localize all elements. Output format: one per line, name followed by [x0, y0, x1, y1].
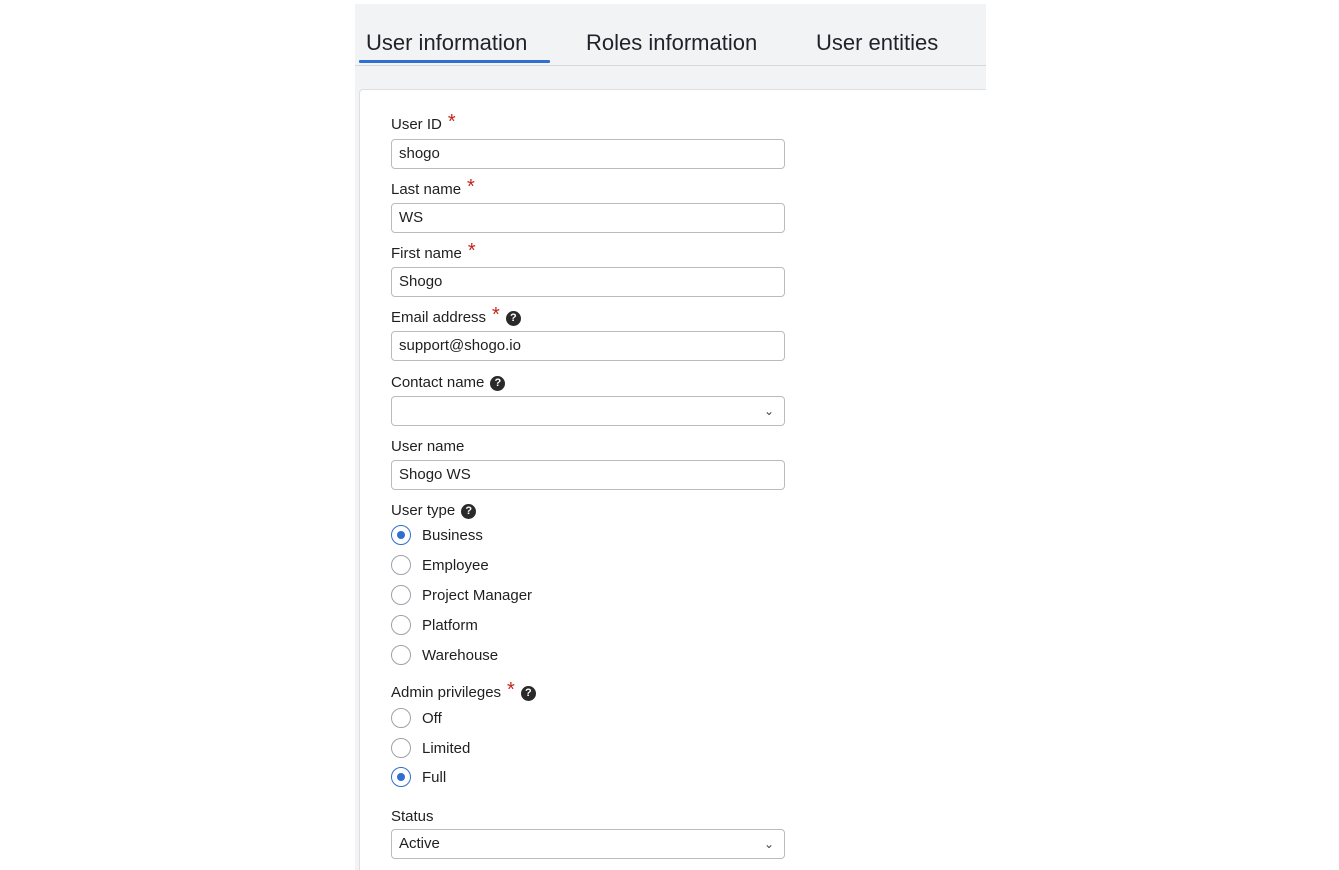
- admin-privileges-label-text: Admin privileges: [391, 684, 502, 701]
- radio-label: Limited: [422, 739, 471, 757]
- radio-unselected[interactable]: [391, 555, 411, 575]
- user-name-label: User name: [391, 438, 464, 456]
- first-name-label-text: First name: [391, 245, 462, 262]
- required-marker: *: [507, 679, 515, 701]
- status-value: Active: [399, 835, 440, 852]
- active-tab-indicator: [359, 60, 550, 63]
- status-select[interactable]: Active ⌄: [391, 829, 785, 859]
- user-id-label: User ID *: [391, 111, 456, 134]
- user-name-field[interactable]: Shogo WS: [391, 460, 785, 490]
- radio-unselected[interactable]: [391, 645, 411, 665]
- radio-label: Project Manager: [422, 586, 533, 604]
- question-circle-icon[interactable]: ?: [461, 503, 477, 519]
- radio-selected[interactable]: [391, 767, 411, 787]
- contact-name-label: Contact name ?: [391, 374, 506, 392]
- first-name-label: First name *: [391, 240, 476, 263]
- last-name-label-text: Last name: [391, 181, 462, 198]
- user-type-option-warehouse[interactable]: Warehouse: [391, 645, 498, 665]
- required-marker: *: [467, 240, 476, 262]
- tab-user-entities[interactable]: User entities: [816, 30, 938, 56]
- radio-label: Employee: [422, 556, 489, 574]
- tab-user-information[interactable]: User information: [366, 30, 527, 56]
- user-form-panel: User information Roles information User …: [355, 4, 986, 870]
- admin-privileges-label: Admin privileges * ?: [391, 679, 536, 702]
- radio-label: Warehouse: [422, 646, 499, 664]
- user-type-label-text: User type: [391, 502, 456, 519]
- radio-selected[interactable]: [391, 525, 411, 545]
- user-type-label: User type ?: [391, 502, 477, 520]
- chevron-down-icon: ⌄: [763, 837, 774, 851]
- user-type-option-business[interactable]: Business: [391, 525, 483, 545]
- user-type-option-platform[interactable]: Platform: [391, 615, 478, 635]
- user-information-card: User ID * shogo Last name * WS First nam…: [359, 89, 986, 870]
- tab-roles-information[interactable]: Roles information: [586, 30, 757, 56]
- required-marker: *: [467, 176, 475, 198]
- radio-unselected[interactable]: [391, 615, 411, 635]
- admin-privileges-option-full[interactable]: Full: [391, 767, 446, 787]
- radio-unselected[interactable]: [391, 708, 411, 728]
- email-field[interactable]: support@shogo.io: [391, 331, 785, 361]
- radio-label: Business: [422, 526, 483, 544]
- admin-privileges-option-off[interactable]: Off: [391, 708, 442, 728]
- admin-privileges-option-limited[interactable]: Limited: [391, 738, 470, 758]
- user-type-option-employee[interactable]: Employee: [391, 555, 489, 575]
- contact-name-select[interactable]: ⌄: [391, 396, 785, 426]
- user-id-field[interactable]: shogo: [391, 139, 785, 169]
- email-label-text: Email address: [391, 309, 487, 326]
- first-name-field[interactable]: Shogo: [391, 267, 785, 297]
- radio-label: Off: [422, 709, 442, 727]
- radio-label: Full: [422, 768, 447, 786]
- question-circle-icon[interactable]: ?: [505, 310, 521, 326]
- user-name-label-text: User name: [391, 438, 465, 455]
- email-label: Email address * ?: [391, 304, 521, 327]
- required-marker: *: [447, 111, 456, 133]
- user-type-option-project-manager[interactable]: Project Manager: [391, 585, 532, 605]
- last-name-field[interactable]: WS: [391, 203, 785, 233]
- radio-unselected[interactable]: [391, 738, 411, 758]
- last-name-label: Last name *: [391, 176, 475, 199]
- question-circle-icon[interactable]: ?: [520, 685, 536, 701]
- status-label: Status: [391, 808, 434, 826]
- question-circle-icon[interactable]: ?: [490, 375, 506, 391]
- chevron-down-icon: ⌄: [763, 404, 774, 418]
- contact-name-label-text: Contact name: [391, 374, 485, 391]
- radio-label: Platform: [422, 616, 478, 634]
- status-label-text: Status: [391, 808, 434, 825]
- tab-bar: User information Roles information User …: [355, 4, 986, 66]
- user-id-label-text: User ID: [391, 116, 442, 133]
- required-marker: *: [492, 304, 500, 326]
- radio-unselected[interactable]: [391, 585, 411, 605]
